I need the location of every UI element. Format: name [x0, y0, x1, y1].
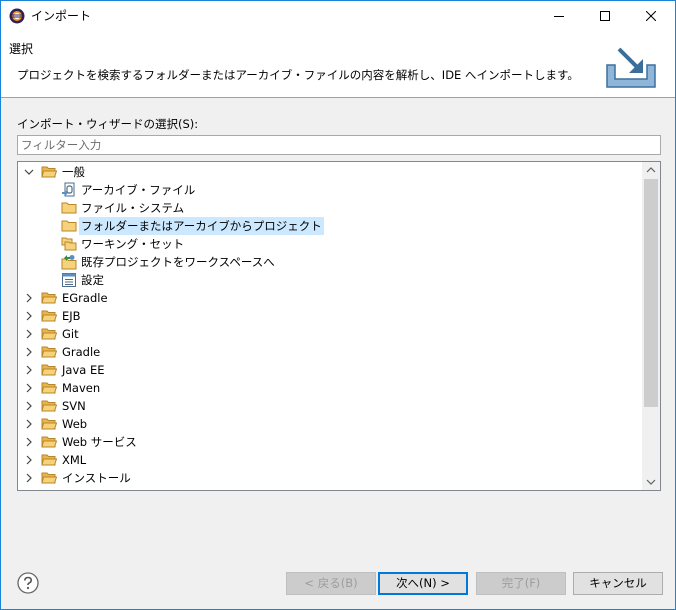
finish-button[interactable]: 完了(F)	[476, 572, 566, 595]
tree-item-category[interactable]: Java EE	[18, 361, 642, 379]
tree-item-label: Git	[62, 327, 79, 341]
tree-item-preferences[interactable]: 設定	[18, 271, 642, 289]
tree-item-category[interactable]: Gradle	[18, 343, 642, 361]
preferences-icon	[62, 273, 76, 287]
tree-item-label: アーカイブ・ファイル	[81, 183, 196, 197]
page-title: 選択	[9, 42, 34, 56]
wizard-header: 選択 プロジェクトを検索するフォルダーまたはアーカイブ・ファイルの内容を解析し、…	[1, 31, 675, 98]
folder-icon	[61, 220, 77, 232]
folder-open-icon	[41, 310, 57, 322]
import-dialog: インポート 選択 プロジェクトを検索するフォルダーまたはアーカイブ・ファイルの内…	[0, 0, 676, 610]
chevron-right-icon[interactable]	[23, 418, 35, 430]
tree-item-label: ファイル・システム	[81, 201, 185, 215]
existing-project-icon	[61, 255, 77, 270]
tree-item-label: Web	[62, 417, 88, 431]
wizard-content: インポート・ウィザードの選択(S): 一般 アーカイブ・ファイル ファイル・シス…	[1, 99, 675, 559]
next-button[interactable]: 次へ(N) >	[378, 572, 468, 595]
folder-open-icon	[41, 418, 57, 430]
minimize-icon	[554, 16, 564, 17]
folder-open-icon	[41, 454, 57, 466]
tree-item-category[interactable]: EGradle	[18, 289, 642, 307]
button-bar: < 戻る(B) 次へ(N) > 完了(F) キャンセル	[1, 559, 675, 609]
tree-item-general[interactable]: 一般	[18, 163, 642, 181]
working-set-icon	[61, 237, 77, 251]
tree-item-label: Java EE	[62, 363, 105, 377]
tree-item-label: XML	[62, 453, 87, 467]
tree-item-category[interactable]: インストール	[18, 469, 642, 487]
back-button[interactable]: < 戻る(B)	[286, 572, 376, 595]
chevron-right-icon[interactable]	[23, 328, 35, 340]
scrollbar-thumb[interactable]	[644, 179, 658, 407]
eclipse-icon	[9, 8, 25, 24]
chevron-right-icon[interactable]	[23, 382, 35, 394]
tree-item-label: インストール	[62, 471, 131, 485]
tree-item-category[interactable]: Git	[18, 325, 642, 343]
folder-icon	[61, 202, 77, 214]
tree-item-label: 一般	[62, 165, 85, 179]
tree-item-category[interactable]: XML	[18, 451, 642, 469]
tree-item-label: Maven	[62, 381, 101, 395]
chevron-right-icon[interactable]	[23, 400, 35, 412]
close-button[interactable]	[628, 1, 674, 31]
tree-item-label: Web サービス	[62, 435, 137, 449]
tree-item-label: SVN	[62, 399, 86, 413]
folder-open-icon	[41, 364, 57, 376]
chevron-right-icon[interactable]	[23, 310, 35, 322]
tree-item-label: 設定	[81, 273, 104, 287]
scroll-down-icon[interactable]	[646, 478, 656, 486]
title-bar: インポート	[1, 1, 675, 31]
wizard-tree[interactable]: 一般 アーカイブ・ファイル ファイル・システム フォルダーまたはアーカイブからプ…	[17, 161, 661, 491]
tree-item-label: EGradle	[62, 291, 108, 305]
chevron-right-icon[interactable]	[23, 472, 35, 484]
tree-item-existing-projects[interactable]: 既存プロジェクトをワークスペースへ	[18, 253, 642, 271]
minimize-button[interactable]	[536, 1, 582, 31]
chevron-right-icon[interactable]	[23, 436, 35, 448]
help-icon[interactable]	[17, 572, 39, 594]
tree-item-archive-file[interactable]: アーカイブ・ファイル	[18, 181, 642, 199]
archive-file-icon	[62, 182, 75, 197]
folder-open-icon	[41, 472, 57, 484]
window-title: インポート	[31, 9, 92, 23]
chevron-right-icon[interactable]	[23, 292, 35, 304]
close-icon	[646, 11, 656, 21]
folder-open-icon	[41, 166, 57, 178]
tree-item-label: EJB	[62, 309, 81, 323]
tree-item-file-system[interactable]: ファイル・システム	[18, 199, 642, 217]
chevron-right-icon[interactable]	[23, 364, 35, 376]
wizard-selection-label: インポート・ウィザードの選択(S):	[17, 117, 199, 131]
folder-open-icon	[41, 346, 57, 358]
tree-item-label: ワーキング・セット	[81, 237, 185, 251]
import-wizard-banner-icon	[606, 47, 656, 88]
tree-item-category[interactable]: SVN	[18, 397, 642, 415]
tree-item-category[interactable]: Web	[18, 415, 642, 433]
tree-item-working-set[interactable]: ワーキング・セット	[18, 235, 642, 253]
tree-item-label: Gradle	[62, 345, 101, 359]
tree-scrollbar[interactable]	[642, 162, 660, 490]
filter-input[interactable]	[17, 135, 661, 155]
chevron-down-icon[interactable]	[23, 166, 35, 178]
folder-open-icon	[41, 328, 57, 340]
tree-item-projects-from-folder[interactable]: フォルダーまたはアーカイブからプロジェクト	[18, 217, 642, 235]
tree-item-category[interactable]: EJB	[18, 307, 642, 325]
tree-item-category[interactable]: Maven	[18, 379, 642, 397]
maximize-button[interactable]	[582, 1, 628, 31]
tree-item-label: 既存プロジェクトをワークスペースへ	[81, 255, 275, 269]
folder-open-icon	[41, 382, 57, 394]
cancel-button[interactable]: キャンセル	[573, 572, 663, 595]
folder-open-icon	[41, 436, 57, 448]
scroll-up-icon[interactable]	[646, 166, 656, 174]
maximize-icon	[600, 11, 610, 21]
chevron-right-icon[interactable]	[23, 454, 35, 466]
page-description: プロジェクトを検索するフォルダーまたはアーカイブ・ファイルの内容を解析し、IDE…	[17, 68, 579, 82]
chevron-right-icon[interactable]	[23, 346, 35, 358]
folder-open-icon	[41, 292, 57, 304]
tree-item-label: フォルダーまたはアーカイブからプロジェクト	[79, 217, 324, 235]
tree-item-category[interactable]: Web サービス	[18, 433, 642, 451]
folder-open-icon	[41, 400, 57, 412]
